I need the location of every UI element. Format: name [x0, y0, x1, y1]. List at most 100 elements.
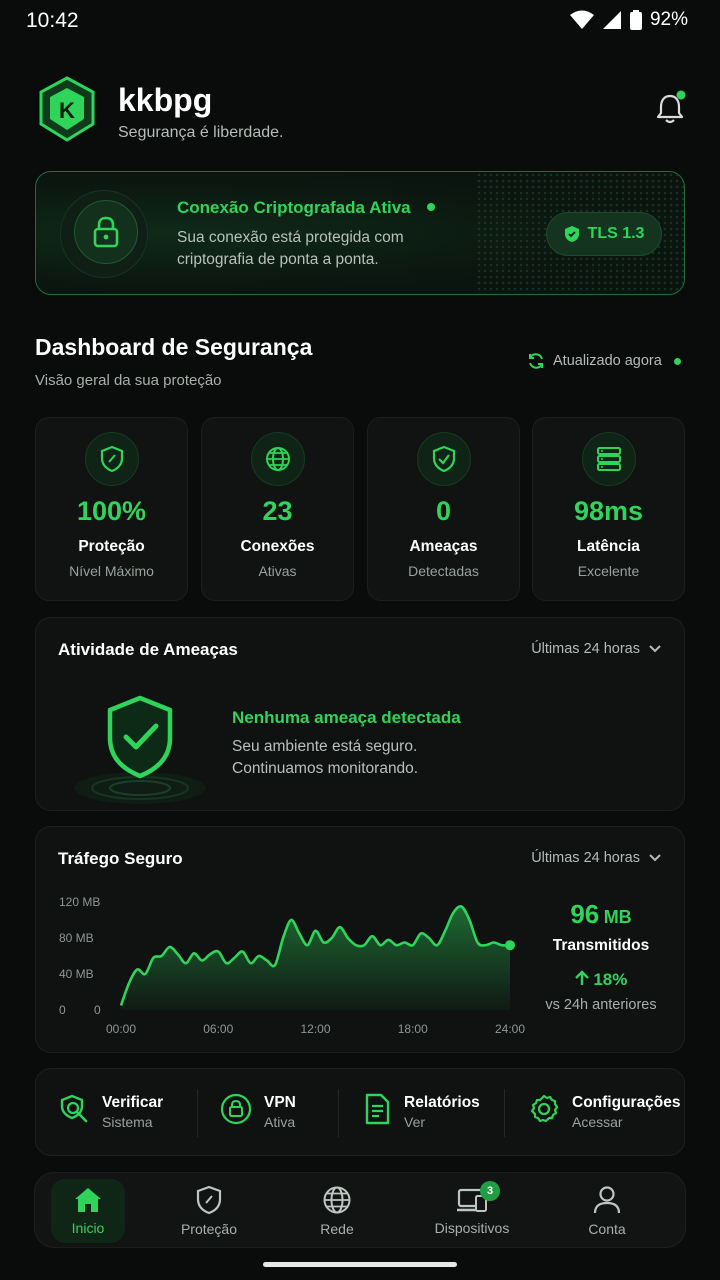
- app-title: kkbpg: [118, 82, 213, 118]
- nav-label: Dispositivos: [434, 1220, 510, 1236]
- updated-label: Atualizado agora: [553, 353, 662, 369]
- shield-check-icon: [74, 695, 206, 804]
- shield-icon: [196, 1185, 222, 1215]
- home-icon: [75, 1188, 101, 1212]
- threat-range-dropdown[interactable]: Últimas 24 horas: [531, 641, 662, 657]
- qa-title: VPN: [264, 1094, 296, 1111]
- report-icon: [365, 1093, 390, 1125]
- threat-status-title: Nenhuma ameaça detectada: [232, 708, 461, 727]
- traffic-unit: MB: [603, 907, 632, 927]
- quick-action-reports[interactable]: Relatórios Ver: [362, 1093, 480, 1132]
- stat-sub: Ativas: [258, 563, 297, 579]
- user-icon: [593, 1186, 621, 1214]
- signal-icon: [602, 11, 621, 29]
- stat-card-protection[interactable]: 100% Proteção Nível Máximo: [35, 417, 188, 601]
- connection-title: Conexão Criptografada Ativa: [177, 198, 411, 217]
- stat-label: Ameaças: [409, 538, 478, 555]
- connection-description: Sua conexão está protegida com criptogra…: [177, 229, 404, 268]
- nav-item-account[interactable]: Conta: [567, 1173, 647, 1249]
- arrow-up-icon: [574, 970, 589, 985]
- bottom-nav: Inicio Proteção Rede Dispositivos 3 Cont…: [34, 1172, 686, 1248]
- divider: [338, 1089, 339, 1137]
- quick-action-settings[interactable]: Configurações Acessar: [528, 1093, 681, 1132]
- battery-level: 92%: [649, 9, 688, 30]
- wifi-icon: [569, 10, 594, 29]
- dashboard-subtitle: Visão geral da sua proteção: [35, 372, 222, 389]
- threat-range-label: Últimas 24 horas: [531, 641, 640, 657]
- qa-sub: Acessar: [572, 1114, 623, 1130]
- app-subtitle: Segurança é liberdade.: [118, 124, 284, 141]
- quick-action-vpn[interactable]: VPN Ativa: [220, 1093, 296, 1132]
- stat-card-threats[interactable]: 0 Ameaças Detectadas: [367, 417, 520, 601]
- stat-card-connections[interactable]: 23 Conexões Ativas: [201, 417, 354, 601]
- stat-value: 100%: [76, 496, 147, 526]
- lock-icon: [74, 200, 138, 264]
- chevron-down-icon: [649, 645, 661, 653]
- gear-icon: [530, 1094, 559, 1123]
- nav-label: Inicio: [71, 1220, 105, 1236]
- home-indicator: [263, 1262, 457, 1267]
- qa-title: Relatórios: [404, 1094, 480, 1111]
- qa-sub: Ativa: [264, 1114, 296, 1130]
- stat-label: Conexões: [240, 538, 315, 555]
- stat-card-latency[interactable]: 98ms Latência Excelente: [532, 417, 685, 601]
- tls-badge[interactable]: TLS 1.3: [546, 212, 662, 256]
- y-tick-label: 80 MB: [59, 931, 94, 945]
- y-tick-label: 0: [59, 1003, 66, 1017]
- qa-title: Configurações: [572, 1094, 681, 1111]
- traffic-change-value: 18%: [593, 970, 628, 989]
- traffic-range-label: Últimas 24 horas: [531, 850, 640, 866]
- nav-item-network[interactable]: Rede: [297, 1173, 377, 1249]
- threat-activity-card: Atividade de Ameaças Últimas 24 horas Ne…: [35, 617, 685, 811]
- shield-check-icon: [564, 226, 579, 242]
- refresh-icon: [529, 353, 543, 369]
- traffic-change-sub: vs 24h anteriores: [545, 997, 657, 1013]
- battery-icon: [629, 10, 642, 30]
- chevron-down-icon: [649, 854, 661, 862]
- shield-icon: [85, 432, 139, 486]
- globe-icon: [251, 432, 305, 486]
- stat-value: 0: [435, 496, 452, 526]
- nav-item-protection[interactable]: Proteção: [169, 1173, 249, 1249]
- traffic-end-point: [505, 940, 515, 951]
- traffic-value-label: Transmitidos: [552, 937, 650, 954]
- connection-status-dot: [427, 203, 435, 211]
- stat-label: Latência: [577, 538, 640, 555]
- stat-sub: Excelente: [577, 563, 640, 579]
- globe-icon: [323, 1186, 351, 1214]
- qa-sub: Sistema: [102, 1114, 153, 1130]
- divider: [504, 1089, 505, 1137]
- status-icons: 92%: [569, 9, 688, 31]
- status-time: 10:42: [26, 9, 79, 32]
- traffic-amount: 96: [570, 899, 600, 929]
- stat-sub: Nível Máximo: [69, 563, 154, 579]
- nav-label: Conta: [588, 1221, 626, 1237]
- quick-action-verify[interactable]: Verificar Sistema: [58, 1093, 163, 1132]
- server-icon: [582, 432, 636, 486]
- traffic-range-dropdown[interactable]: Últimas 24 horas: [531, 850, 662, 866]
- stat-sub: Detectadas: [408, 563, 479, 579]
- live-dot: [673, 357, 681, 365]
- x-tick-label: 06:00: [203, 1022, 233, 1036]
- status-bar: 10:42 92%: [0, 0, 720, 44]
- refresh-status[interactable]: Atualizado agora: [527, 352, 681, 370]
- logo-letter: K: [59, 98, 75, 123]
- devices-badge: 3: [480, 1181, 500, 1201]
- y-tick-label: 40 MB: [59, 967, 94, 981]
- y-zero-label: 0: [94, 1003, 101, 1017]
- tls-label: TLS 1.3: [587, 225, 645, 242]
- threat-card-title: Atividade de Ameaças: [58, 640, 238, 659]
- x-tick-label: 00:00: [106, 1022, 136, 1036]
- shield-check-icon: [417, 432, 471, 486]
- dashboard-title: Dashboard de Segurança: [35, 334, 313, 360]
- stat-value: 98ms: [573, 496, 644, 526]
- threat-status-description: Seu ambiente está seguro. Continuamos mo…: [232, 738, 419, 777]
- y-tick-label: 120 MB: [59, 895, 100, 909]
- x-tick-label: 24:00: [495, 1022, 525, 1036]
- divider: [197, 1089, 198, 1137]
- traffic-chart: 0 40 MB 80 MB 120 MB 0 00:00 06:00 12:00 18:00 24…: [59, 895, 525, 1036]
- nav-item-devices[interactable]: Dispositivos 3: [422, 1173, 522, 1249]
- notification-bell-icon[interactable]: [652, 90, 688, 126]
- nav-item-home[interactable]: Inicio: [51, 1173, 125, 1249]
- qa-title: Verificar: [102, 1094, 164, 1111]
